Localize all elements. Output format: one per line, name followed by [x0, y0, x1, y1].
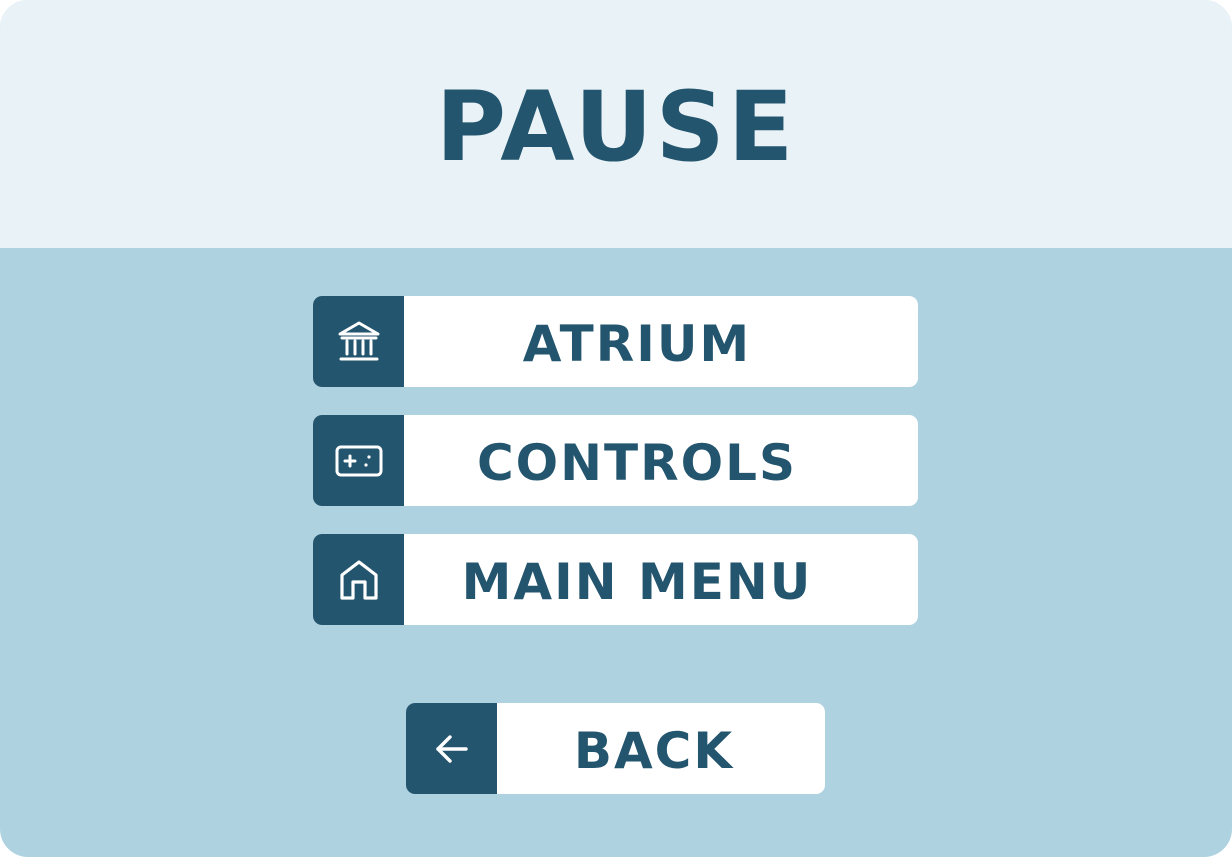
header: PAUSE	[0, 0, 1232, 248]
home-icon	[313, 534, 404, 625]
back-button[interactable]: BACK	[406, 703, 825, 794]
controls-label: CONTROLS	[476, 433, 798, 492]
museum-icon	[313, 296, 404, 387]
back-label: BACK	[573, 721, 735, 780]
main-menu-button[interactable]: MAIN MENU	[313, 534, 918, 625]
gamepad-icon	[313, 415, 404, 506]
main-menu-label: MAIN MENU	[461, 552, 813, 611]
arrow-left-icon	[406, 703, 497, 794]
pause-menu-panel: PAUSE ATRIUM CONTROLS MAIN MENU BACK	[0, 0, 1232, 857]
atrium-label: ATRIUM	[522, 314, 752, 373]
page-title: PAUSE	[435, 71, 797, 183]
atrium-button[interactable]: ATRIUM	[313, 296, 918, 387]
controls-button[interactable]: CONTROLS	[313, 415, 918, 506]
